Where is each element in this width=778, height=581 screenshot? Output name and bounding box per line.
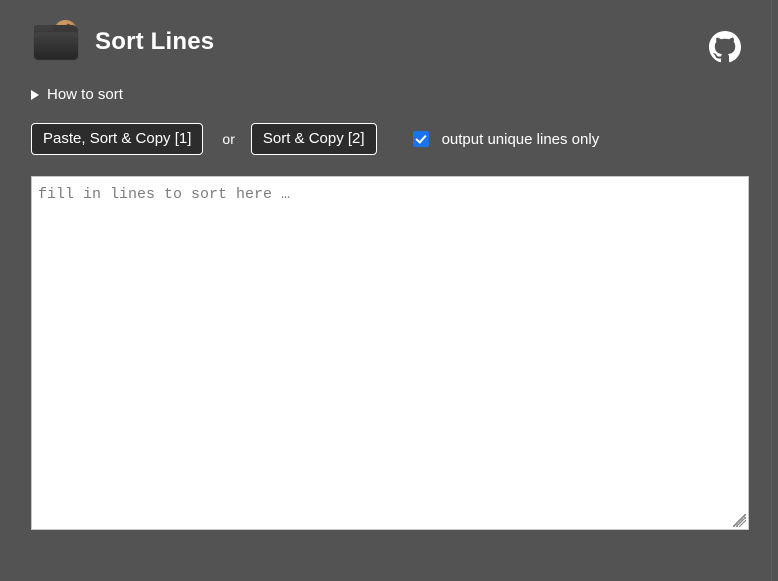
unique-lines-checkbox-label: output unique lines only: [441, 130, 600, 148]
page-header: Sort Lines: [31, 16, 771, 74]
how-to-sort-disclosure[interactable]: How to sort: [31, 86, 123, 103]
page-title: Sort Lines: [95, 28, 215, 55]
sort-copy-button[interactable]: Sort & Copy [2]: [250, 123, 377, 155]
paste-sort-copy-button[interactable]: Paste, Sort & Copy [1]: [31, 123, 204, 155]
unique-lines-checkbox-group: output unique lines only: [412, 130, 600, 148]
disclosure-triangle-icon: [31, 89, 39, 100]
github-icon[interactable]: [709, 31, 741, 63]
folder-tab-shape: [34, 25, 53, 31]
controls-row: Paste, Sort & Copy [1] or Sort & Copy [2…: [31, 123, 771, 155]
lines-input[interactable]: [31, 176, 749, 530]
controls-separator-label: or: [222, 131, 235, 147]
page-root: Sort Lines How to sort Paste, Sort & Cop…: [0, 0, 771, 581]
editor-container: [31, 176, 749, 530]
page-scrollbar[interactable]: [771, 0, 778, 581]
unique-lines-checkbox[interactable]: [412, 131, 429, 147]
how-to-sort-label: How to sort: [47, 86, 123, 103]
folder-brain-icon: [31, 19, 81, 65]
title-row: Sort Lines: [31, 16, 771, 68]
folder-front-shape: [34, 32, 78, 59]
